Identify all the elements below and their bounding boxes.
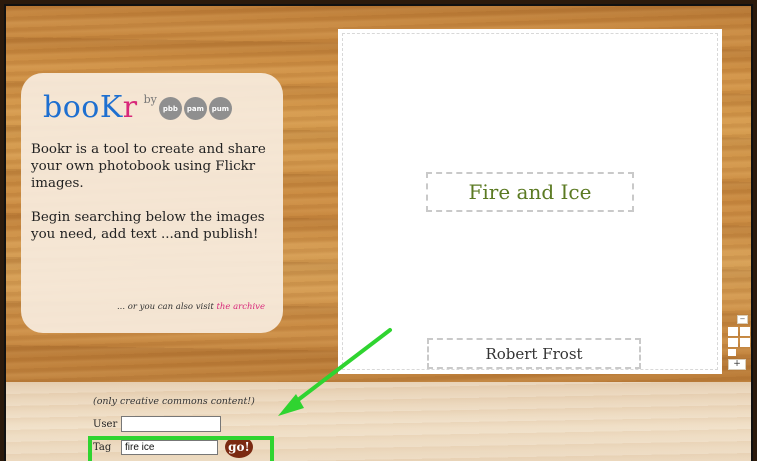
annotation-arrow bbox=[278, 328, 392, 416]
app-frame: booKr by pbb pam pum Bookr is a tool to … bbox=[4, 4, 753, 461]
